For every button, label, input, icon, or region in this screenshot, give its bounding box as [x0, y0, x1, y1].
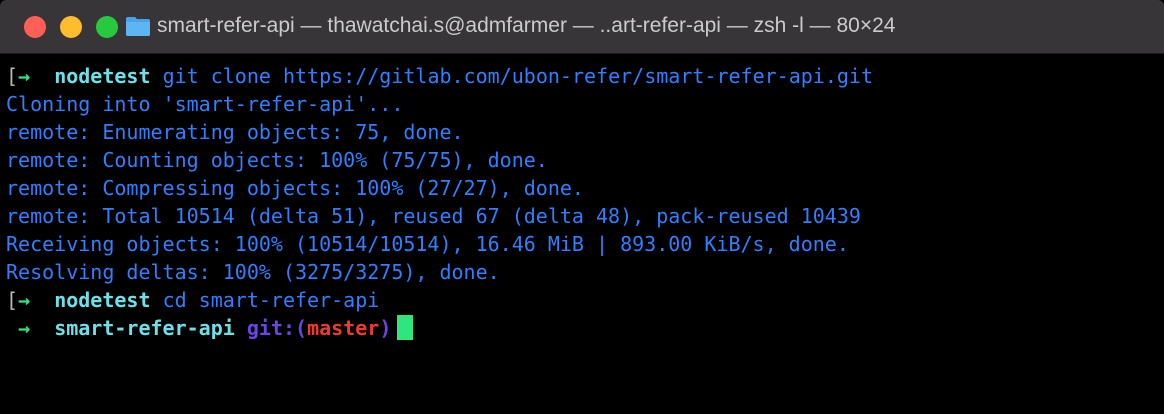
- terminal-cursor[interactable]: [397, 315, 414, 340]
- branch-close-paren: ): [379, 316, 392, 340]
- git-label: git:: [246, 316, 296, 340]
- git-branch: master: [307, 316, 380, 340]
- zoom-button[interactable]: [96, 16, 118, 38]
- current-directory: nodetest: [54, 64, 151, 88]
- output-line: remote: Compressing objects: 100% (27/27…: [6, 176, 584, 200]
- output-line: remote: Enumerating objects: 75, done.: [6, 120, 464, 144]
- command-text: cd smart-refer-api: [162, 288, 380, 312]
- output-line: Receiving objects: 100% (10514/10514), 1…: [6, 232, 849, 256]
- prompt-marker: [: [6, 288, 19, 312]
- prompt-arrow: →: [18, 316, 31, 340]
- minimize-button[interactable]: [60, 16, 82, 38]
- close-button[interactable]: [24, 16, 46, 38]
- prompt-arrow: →: [18, 288, 31, 312]
- prompt-marker: [: [6, 64, 19, 88]
- prompt-arrow: →: [18, 64, 31, 88]
- branch-open-paren: (: [295, 316, 308, 340]
- window-title: smart-refer-api — thawatchai.s@admfarmer…: [157, 14, 896, 37]
- output-line: remote: Total 10514 (delta 51), reused 6…: [6, 204, 861, 228]
- title-bar[interactable]: smart-refer-api — thawatchai.s@admfarmer…: [0, 0, 1164, 54]
- prompt-line: [→ nodetest cd smart-refer-api: [6, 286, 379, 314]
- output-line: Resolving deltas: 100% (3275/3275), done…: [6, 260, 500, 284]
- current-directory: nodetest: [54, 288, 151, 312]
- current-directory: smart-refer-api: [54, 316, 235, 340]
- folder-icon: [126, 17, 150, 36]
- prompt-line: → smart-refer-api git:(master): [6, 314, 414, 342]
- terminal-window: smart-refer-api — thawatchai.s@admfarmer…: [0, 0, 1164, 414]
- output-line: remote: Counting objects: 100% (75/75), …: [6, 148, 548, 172]
- prompt-line: [→ nodetest git clone https://gitlab.com…: [6, 62, 873, 90]
- output-line: Cloning into 'smart-refer-api'...: [6, 92, 404, 116]
- terminal-content[interactable]: [→ nodetest git clone https://gitlab.com…: [0, 54, 1164, 414]
- command-text: git clone https://gitlab.com/ubon-refer/…: [162, 64, 873, 88]
